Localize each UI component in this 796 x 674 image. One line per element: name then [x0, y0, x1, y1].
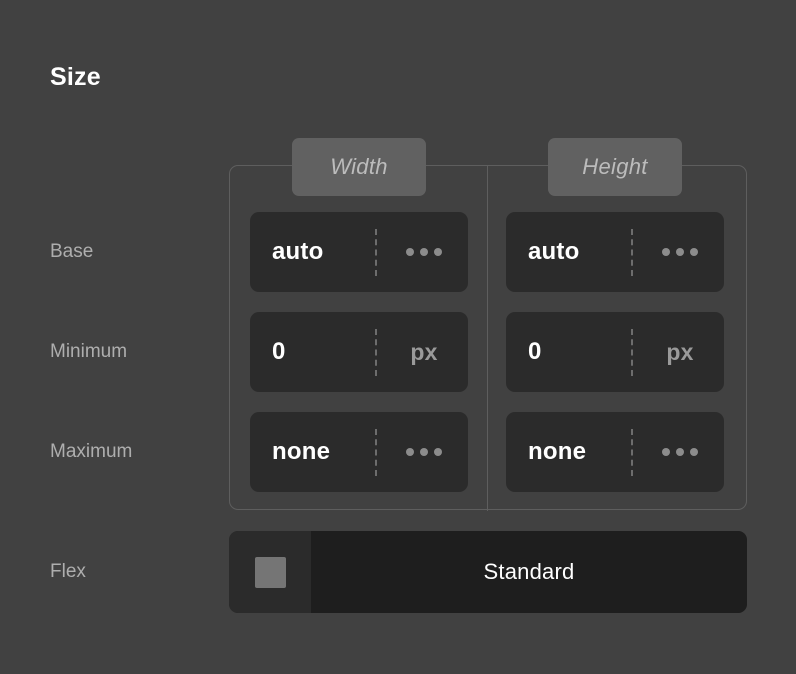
row-label-maximum: Maximum — [50, 440, 132, 464]
ellipsis-dot — [406, 448, 414, 456]
page-title: Size — [50, 60, 101, 94]
field-separator — [375, 329, 377, 376]
field-maximum-width-trailing[interactable] — [380, 412, 468, 492]
ellipsis-dot — [662, 448, 670, 456]
field-base-width-value[interactable]: auto — [272, 212, 323, 292]
field-maximum-width-value[interactable]: none — [272, 412, 330, 492]
field-maximum-height[interactable]: none — [506, 412, 724, 492]
field-maximum-width[interactable]: none — [250, 412, 468, 492]
field-base-width[interactable]: auto — [250, 212, 468, 292]
tab-height[interactable]: Height — [548, 138, 682, 196]
flex-control[interactable]: Standard — [229, 531, 747, 613]
field-minimum-width-trailing[interactable]: px — [380, 312, 468, 392]
size-settings-panel: Size Base Minimum Maximum Flex Width Hei… — [0, 0, 796, 674]
field-maximum-height-value[interactable]: none — [528, 412, 586, 492]
field-base-width-trailing[interactable] — [380, 212, 468, 292]
flex-mode-label: Standard — [484, 559, 575, 585]
ellipsis-dot — [690, 248, 698, 256]
unit-label[interactable]: px — [666, 339, 693, 366]
field-minimum-width[interactable]: 0 px — [250, 312, 468, 392]
row-label-flex: Flex — [50, 560, 86, 584]
column-divider — [487, 166, 488, 511]
field-base-height[interactable]: auto — [506, 212, 724, 292]
field-separator — [375, 229, 377, 276]
ellipsis-icon[interactable] — [406, 448, 442, 456]
ellipsis-dot — [690, 448, 698, 456]
field-minimum-height[interactable]: 0 px — [506, 312, 724, 392]
ellipsis-icon[interactable] — [662, 448, 698, 456]
field-separator — [631, 229, 633, 276]
row-label-base: Base — [50, 240, 93, 264]
ellipsis-dot — [420, 248, 428, 256]
flex-swatch-button[interactable] — [229, 531, 311, 613]
tab-height-label: Height — [582, 154, 647, 180]
ellipsis-icon[interactable] — [406, 248, 442, 256]
field-minimum-width-value[interactable]: 0 — [272, 312, 286, 392]
tab-width-label: Width — [330, 154, 388, 180]
field-maximum-height-trailing[interactable] — [636, 412, 724, 492]
ellipsis-dot — [420, 448, 428, 456]
ellipsis-dot — [662, 248, 670, 256]
field-minimum-height-value[interactable]: 0 — [528, 312, 542, 392]
field-separator — [631, 429, 633, 476]
field-base-height-value[interactable]: auto — [528, 212, 579, 292]
ellipsis-dot — [676, 448, 684, 456]
ellipsis-dot — [406, 248, 414, 256]
unit-label[interactable]: px — [410, 339, 437, 366]
square-swatch-icon — [255, 557, 286, 588]
field-separator — [375, 429, 377, 476]
tab-width[interactable]: Width — [292, 138, 426, 196]
ellipsis-dot — [676, 248, 684, 256]
field-base-height-trailing[interactable] — [636, 212, 724, 292]
flex-mode-selector[interactable]: Standard — [311, 531, 747, 613]
field-separator — [631, 329, 633, 376]
ellipsis-dot — [434, 248, 442, 256]
ellipsis-icon[interactable] — [662, 248, 698, 256]
ellipsis-dot — [434, 448, 442, 456]
row-label-minimum: Minimum — [50, 340, 127, 364]
field-minimum-height-trailing[interactable]: px — [636, 312, 724, 392]
